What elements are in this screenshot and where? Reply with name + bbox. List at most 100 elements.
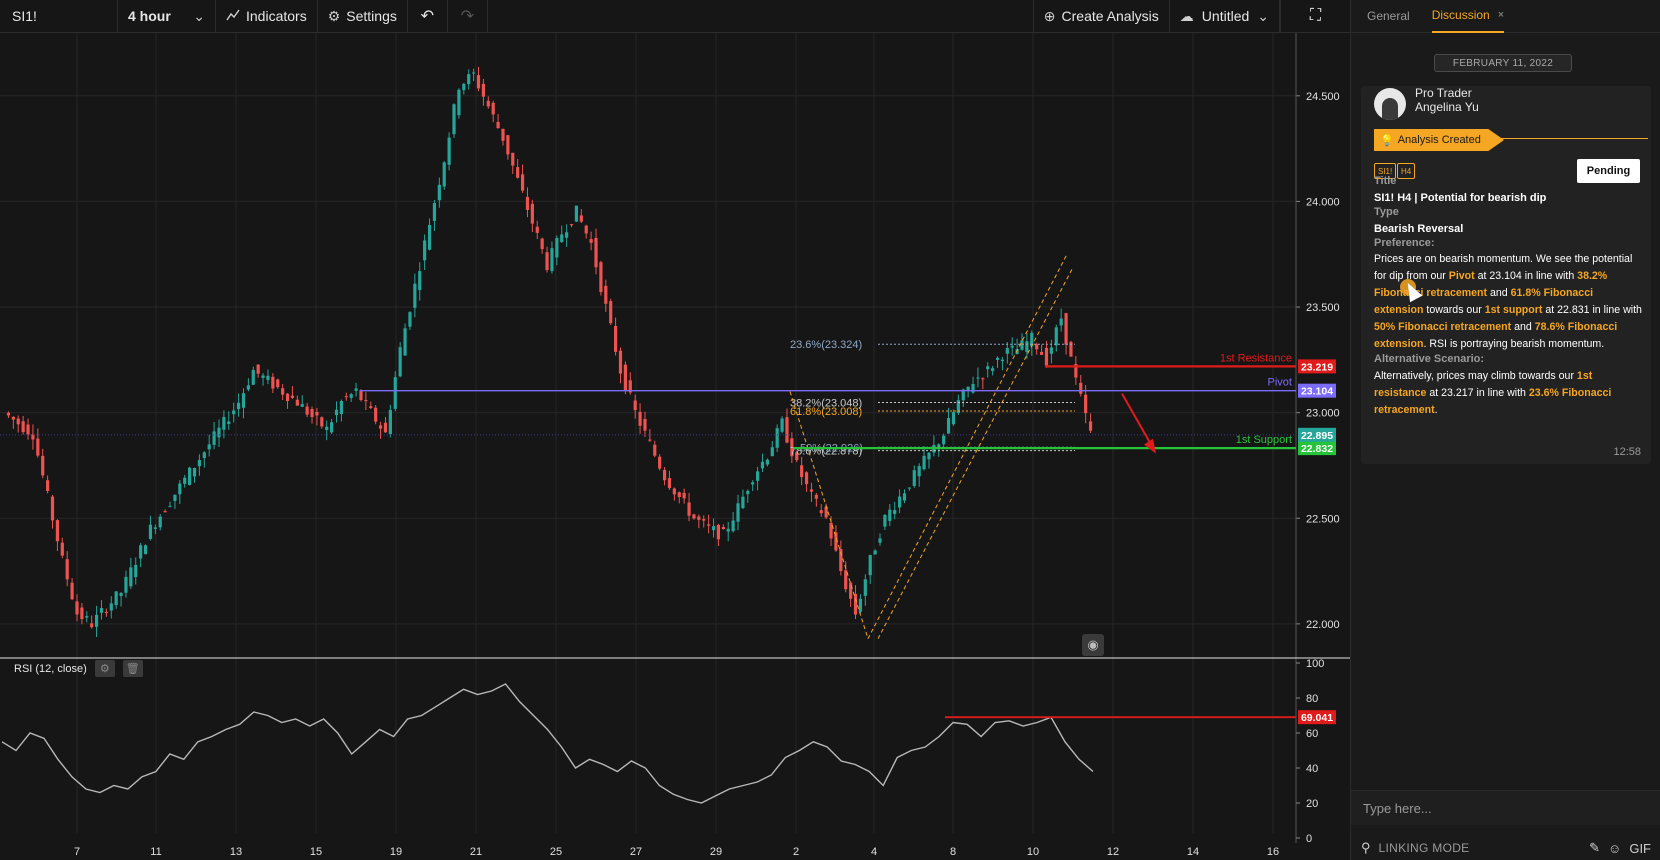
fullscreen-button[interactable]: ⛶ (1280, 0, 1350, 33)
app-root: SI1! 4 hour ⌄ Indicators ⚙ Settings ↶ ↷ ⊕ C… (0, 0, 1660, 860)
candle-body (251, 370, 255, 385)
candle-body (868, 555, 872, 576)
chart-line-icon (226, 8, 240, 24)
candle-body (623, 364, 627, 391)
candle-body (339, 401, 344, 415)
close-icon[interactable]: × (1498, 9, 1504, 21)
candle-body (540, 238, 544, 250)
candle-body (560, 234, 564, 242)
rsi-tick-label: 100 (1306, 658, 1324, 670)
interval-selector[interactable]: 4 hour ⌄ (118, 0, 216, 33)
tab-discussion[interactable]: Discussion × (1431, 0, 1505, 33)
redo-button[interactable]: ↷ (448, 0, 488, 33)
candle-body (227, 421, 231, 424)
candle-body (266, 375, 270, 380)
rsi-settings-button[interactable]: ⚙ (94, 660, 115, 677)
gif-button[interactable]: GIF (1629, 841, 1651, 856)
chart-area[interactable]: 7 11 13 15 19 21 25 27 29 2 4 8 10 12 14 16 24.500 24.000… (0, 33, 1350, 860)
current-price-label: 22.895 (1301, 430, 1333, 442)
linking-mode-label[interactable]: LINKING MODE (1379, 841, 1582, 855)
candle-body (222, 417, 226, 430)
candle-body (638, 411, 642, 426)
candle-body (41, 455, 45, 476)
candle-body (188, 467, 192, 485)
message-input[interactable]: Type here... (1351, 790, 1660, 825)
candle-body (662, 469, 667, 481)
candle-body (1064, 313, 1068, 345)
candle-body (491, 102, 495, 115)
indicators-label: Indicators (246, 8, 307, 24)
candle-body (109, 603, 113, 611)
candle-body (1054, 327, 1058, 346)
title-value: SI1! H4 | Potential for bearish dip (1374, 192, 1547, 204)
candle-body (90, 623, 94, 628)
candle-body (942, 435, 946, 445)
candle-body (716, 524, 721, 540)
panel-tabs: General Discussion × (1351, 0, 1660, 33)
candle-body (212, 431, 216, 445)
plus-circle-icon: ⊕ (1043, 7, 1056, 24)
candle-body (677, 492, 681, 498)
candle-body (452, 104, 456, 135)
fib-channel-line (877, 268, 1073, 639)
candle-body (569, 224, 574, 226)
candle-body (388, 409, 392, 435)
emoji-icon[interactable]: ☺ (1608, 841, 1621, 856)
x-tick-label: 25 (550, 846, 562, 858)
candle-body (173, 494, 177, 501)
avatar[interactable] (1374, 88, 1406, 120)
message-time: 12:58 (1613, 446, 1641, 458)
candle-body (883, 515, 887, 527)
candle-body (1088, 421, 1093, 431)
status-label: Analysis Created (1397, 134, 1481, 146)
price-chart[interactable]: 7 11 13 15 19 21 25 27 29 2 4 8 10 12 14 16 24.500 24.000… (0, 33, 1350, 860)
layout-selector[interactable]: ☁ Untitled ⌄ (1170, 0, 1280, 33)
candle-body (755, 471, 760, 481)
chevron-down-icon: ⌄ (1257, 7, 1269, 24)
indicators-button[interactable]: Indicators (216, 0, 318, 33)
candle-body (530, 203, 534, 224)
status-badge: Pending (1577, 159, 1640, 183)
candle-body (134, 564, 138, 578)
candle-body (858, 598, 863, 612)
link-icon[interactable]: ⚲ (1361, 840, 1371, 856)
create-analysis-button[interactable]: ⊕ Create Analysis (1032, 0, 1170, 33)
x-tick-label: 7 (74, 846, 80, 858)
settings-button[interactable]: ⚙ Settings (318, 0, 408, 33)
candle-body (325, 426, 329, 430)
candle-body (320, 417, 324, 427)
candle-body (94, 614, 99, 627)
tab-general[interactable]: General (1367, 9, 1410, 23)
candle-body (437, 184, 441, 201)
candle-body (853, 593, 858, 615)
candle-body (741, 496, 745, 509)
rsi-remove-button[interactable]: 🗑 (122, 660, 143, 677)
candle-body (667, 478, 672, 489)
author-role: Pro Trader (1415, 86, 1472, 100)
candle-body (217, 427, 221, 438)
type-value: Bearish Reversal (1374, 223, 1464, 235)
candle-body (907, 487, 911, 489)
candle-body (462, 83, 466, 91)
candle-body (579, 215, 583, 222)
gear-icon: ⚙ (99, 663, 110, 675)
level-label: Pivot (1268, 377, 1292, 389)
redo-icon: ↷ (460, 8, 475, 25)
idea-button[interactable]: ◉ (1082, 634, 1104, 656)
candle-body (46, 480, 50, 491)
undo-icon: ↶ (420, 8, 435, 25)
title-label: Title (1374, 175, 1397, 187)
candle-body (707, 524, 711, 526)
candle-body (334, 409, 339, 416)
attachment-icon[interactable]: ✎ (1589, 840, 1600, 856)
candle-body (702, 519, 706, 521)
rsi-tick-label: 60 (1306, 728, 1318, 740)
symbol-selector[interactable]: SI1! (0, 0, 118, 33)
candle-body (565, 232, 569, 238)
candle-body (21, 421, 25, 433)
rsi-tick-label: 0 (1306, 833, 1312, 845)
candle-body (873, 550, 877, 555)
undo-button[interactable]: ↶ (408, 0, 448, 33)
candle-body (584, 225, 588, 234)
